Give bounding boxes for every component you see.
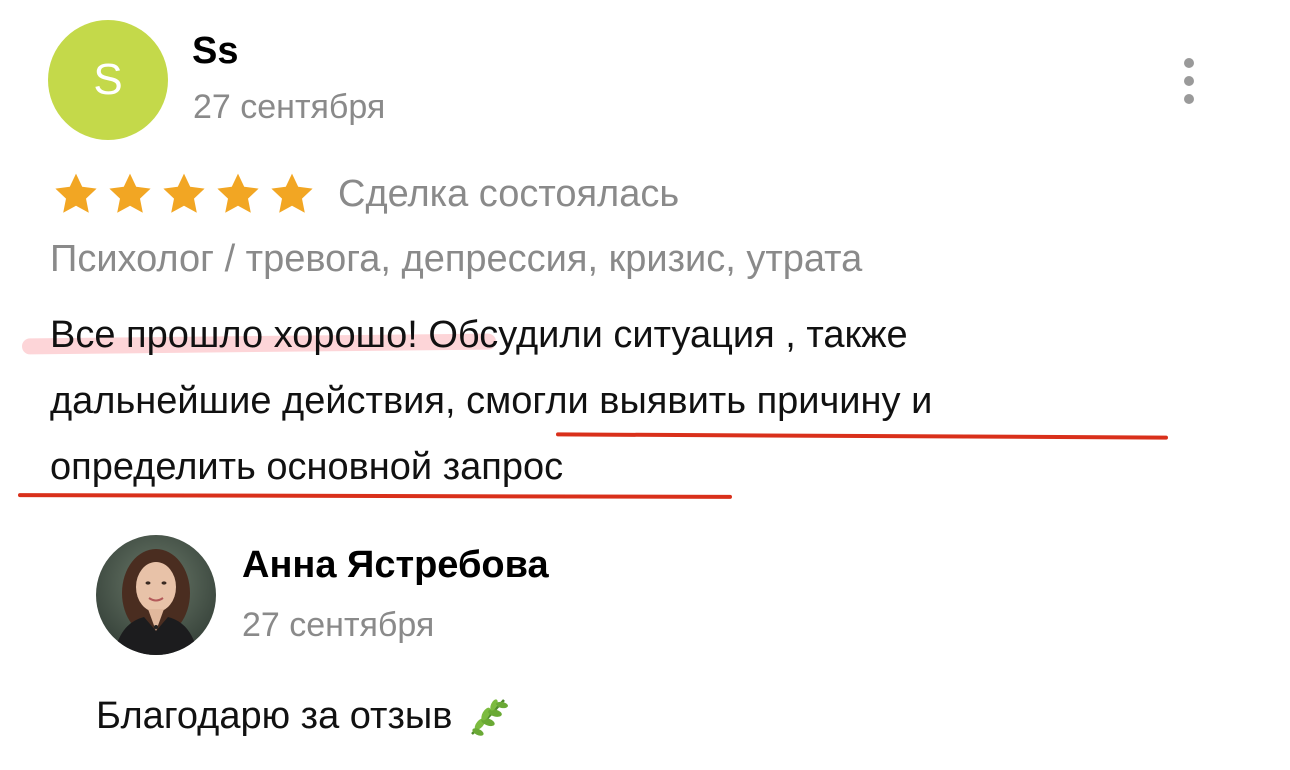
- star-icon: [268, 170, 316, 218]
- more-vertical-icon: [1184, 58, 1194, 68]
- service-category: Психолог / тревога, депрессия, кризис, у…: [50, 238, 863, 280]
- reply-text: Благодарю за отзыв: [96, 694, 453, 737]
- owner-avatar: [96, 535, 216, 655]
- star-rating: [52, 170, 316, 218]
- star-icon: [214, 170, 262, 218]
- star-icon: [160, 170, 208, 218]
- star-icon: [52, 170, 100, 218]
- more-vertical-icon-dot: [1184, 76, 1194, 86]
- review-text-line: определить основной запрос: [50, 446, 564, 488]
- reply-text-container: Благодарю за отзыв: [96, 694, 510, 738]
- review-date: 27 сентября: [193, 88, 386, 126]
- review-text-line: дальнейшие действия, смогли выявить прич…: [50, 380, 933, 422]
- reviewer-name: Ss: [192, 30, 239, 72]
- rating-row: Сделка состоялась: [52, 170, 679, 218]
- more-vertical-icon-dot: [1184, 94, 1194, 104]
- more-options-button[interactable]: [1172, 56, 1206, 106]
- reply-date: 27 сентября: [242, 606, 435, 644]
- herb-leaf-icon: [471, 699, 509, 736]
- reviewer-avatar: S: [48, 20, 168, 140]
- reviewer-avatar-initial: S: [93, 55, 123, 104]
- star-icon: [106, 170, 154, 218]
- deal-status: Сделка состоялась: [338, 173, 680, 215]
- red-underline-mark: [555, 432, 1169, 440]
- review-text-line: Все прошло хорошо! Обсудили ситуация , т…: [50, 314, 908, 356]
- red-underline-mark: [17, 493, 733, 499]
- owner-name: Анна Ястребова: [242, 544, 549, 586]
